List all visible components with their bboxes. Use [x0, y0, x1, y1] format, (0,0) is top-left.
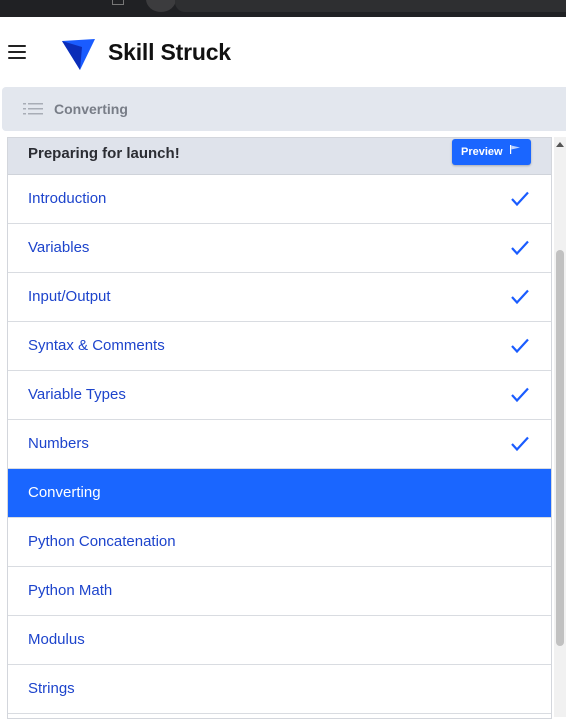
lesson-item[interactable]: Syntax & Comments: [8, 322, 551, 371]
app-header: Skill Struck: [0, 17, 566, 87]
lesson-item[interactable]: Variable Types: [8, 371, 551, 420]
preview-button-label: Preview: [461, 146, 503, 158]
lesson-label: Syntax & Comments: [28, 337, 165, 354]
lesson-label: Numbers: [28, 435, 89, 452]
preview-button[interactable]: Preview: [452, 139, 531, 165]
lesson-label: Python Concatenation: [28, 533, 176, 550]
skill-struck-logo-icon[interactable]: [60, 37, 96, 71]
lesson-item[interactable]: Introduction: [8, 175, 551, 224]
lesson-label: Python Math: [28, 582, 113, 599]
lesson-item[interactable]: Numbers: [8, 420, 551, 469]
panel-title: Preparing for launch!: [28, 145, 180, 162]
browser-address-area: [175, 0, 566, 12]
lesson-label: Variables: [28, 239, 90, 256]
breadcrumb-current: Converting: [54, 101, 128, 117]
scrollbar[interactable]: [554, 137, 566, 717]
window-control-icon: [112, 0, 124, 5]
lesson-item-active[interactable]: Converting: [8, 469, 551, 518]
flag-icon: [510, 145, 520, 154]
lesson-item[interactable]: Strings: [8, 665, 551, 714]
browser-profile-avatar: [146, 0, 176, 12]
lesson-item[interactable]: Variables: [8, 224, 551, 273]
checkmark-icon: [511, 387, 529, 403]
lesson-item[interactable]: Input/Output: [8, 273, 551, 322]
brand-name[interactable]: Skill Struck: [108, 39, 231, 66]
panel-header: Preparing for launch! Preview: [8, 138, 551, 175]
checkmark-icon: [511, 338, 529, 354]
checkmark-icon: [511, 436, 529, 452]
scroll-thumb[interactable]: [556, 250, 564, 646]
lesson-label: Modulus: [28, 631, 85, 648]
checkmark-icon: [511, 191, 529, 207]
lesson-label: Input/Output: [28, 288, 111, 305]
browser-top-strip: [0, 0, 566, 17]
lesson-label: Converting: [28, 484, 101, 501]
lesson-panel: Preparing for launch! Preview Introducti…: [7, 137, 552, 719]
list-icon[interactable]: [23, 103, 43, 115]
breadcrumb: Converting: [2, 87, 566, 131]
checkmark-icon: [511, 289, 529, 305]
lesson-item[interactable]: Python Math: [8, 567, 551, 616]
lesson-label: Strings: [28, 680, 75, 697]
lesson-label: Variable Types: [28, 386, 126, 403]
lesson-label: Introduction: [28, 190, 107, 207]
scroll-up-arrow-icon[interactable]: [556, 142, 564, 147]
lesson-list: Introduction Variables Input/Output Synt…: [8, 175, 551, 714]
lesson-item[interactable]: Python Concatenation: [8, 518, 551, 567]
checkmark-icon: [511, 240, 529, 256]
hamburger-menu-icon[interactable]: [8, 45, 26, 59]
lesson-item[interactable]: Modulus: [8, 616, 551, 665]
